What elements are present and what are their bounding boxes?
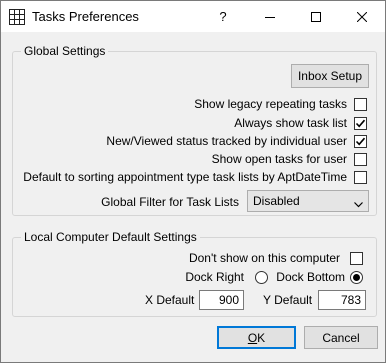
help-button[interactable]: ?	[200, 1, 246, 32]
checkmark-icon	[355, 137, 366, 146]
app-grid-icon	[9, 9, 25, 25]
show-open-tasks-label: Show open tasks for user	[211, 152, 347, 166]
global-filter-label: Global Filter for Task Lists	[101, 195, 239, 209]
global-settings-legend: Global Settings	[21, 44, 109, 58]
ok-mnemonic: O	[247, 330, 258, 345]
ok-button[interactable]: OK	[217, 326, 296, 349]
chevron-down-icon	[354, 197, 363, 211]
tasks-preferences-window: Tasks Preferences ? Global Settings Inbo…	[0, 0, 386, 363]
default-sort-apt-label: Default to sorting appointment type task…	[23, 170, 347, 184]
dont-show-checkbox[interactable]	[350, 252, 363, 265]
always-show-task-list-label: Always show task list	[234, 116, 347, 130]
close-icon	[357, 11, 367, 22]
x-default-input[interactable]: 900	[199, 290, 244, 310]
show-legacy-repeating-tasks-checkbox[interactable]	[354, 98, 367, 111]
ok-label-rest: K	[257, 330, 266, 345]
dock-bottom-radio[interactable]	[350, 271, 363, 284]
dont-show-label: Don't show on this computer	[188, 251, 340, 265]
maximize-icon	[311, 11, 321, 22]
x-default-label: X Default	[145, 293, 195, 307]
radio-dot-icon	[353, 274, 360, 281]
checkmark-icon	[355, 119, 366, 128]
local-settings-legend: Local Computer Default Settings	[21, 230, 200, 244]
y-default-label: Y Default	[263, 293, 313, 307]
close-button[interactable]	[339, 1, 385, 32]
minimize-button[interactable]	[247, 1, 293, 32]
default-sort-apt-checkbox[interactable]	[354, 171, 367, 184]
y-default-input[interactable]: 783	[318, 290, 366, 310]
show-legacy-repeating-tasks-label: Show legacy repeating tasks	[194, 97, 347, 111]
global-filter-value: Disabled	[253, 194, 300, 208]
minimize-icon	[265, 16, 275, 18]
inbox-setup-button[interactable]: Inbox Setup	[291, 64, 369, 88]
show-open-tasks-checkbox[interactable]	[354, 153, 367, 166]
maximize-button[interactable]	[293, 1, 339, 32]
always-show-task-list-checkbox[interactable]	[354, 117, 367, 130]
dock-bottom-label: Dock Bottom	[276, 270, 345, 284]
new-viewed-status-label: New/Viewed status tracked by individual …	[106, 134, 347, 148]
dock-right-radio[interactable]	[255, 271, 268, 284]
cancel-button[interactable]: Cancel	[304, 326, 378, 349]
dock-right-label: Dock Right	[185, 270, 244, 284]
title-bar[interactable]: Tasks Preferences ?	[1, 1, 385, 32]
window-title: Tasks Preferences	[32, 9, 139, 24]
new-viewed-status-checkbox[interactable]	[354, 135, 367, 148]
global-filter-select[interactable]: Disabled	[247, 190, 369, 212]
